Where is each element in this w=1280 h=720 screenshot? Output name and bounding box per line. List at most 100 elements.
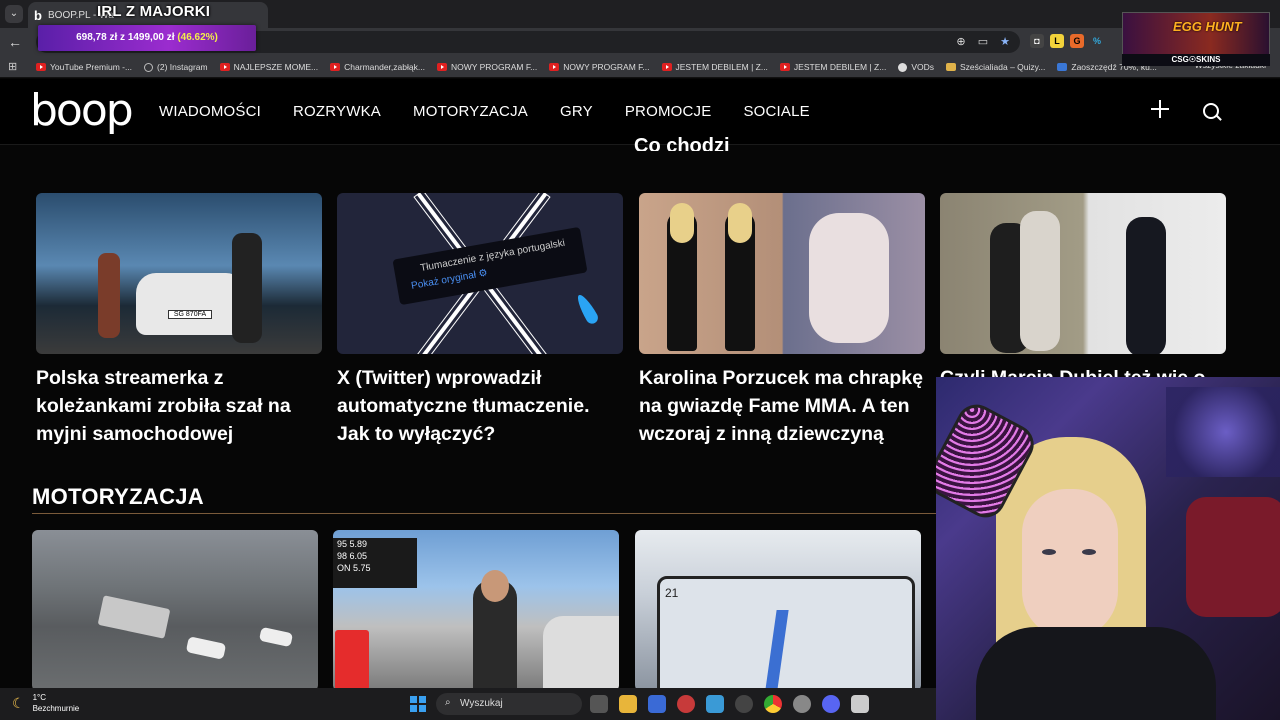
app-icon[interactable] [706,695,724,713]
boop-logo[interactable]: boop [30,85,134,136]
article-card[interactable]: Czyli Marcin Dubiel też wie o [940,193,1226,392]
quiz-icon [946,63,957,71]
bookmark-item[interactable]: Charmander,zabłąk... [330,59,425,75]
bookmark-label: (2) Instagram [157,62,208,72]
bookmark-item[interactable]: VODs [898,59,934,75]
youtube-icon [36,63,46,71]
article-card[interactable]: 95 5.89 98 6.05 ON 5.75 [333,530,619,691]
windows-start-icon[interactable] [410,696,426,712]
article-title[interactable]: X (Twitter) wprowadził automatyczne tłum… [337,364,623,448]
nav-sociale[interactable]: SOCIALE [743,103,809,120]
file-explorer-icon[interactable] [619,695,637,713]
nav-gry[interactable]: GRY [560,103,593,120]
article-thumbnail[interactable]: SG 870FA [36,193,322,354]
bookmark-item[interactable]: YouTube Premium -... [36,59,132,75]
section-title[interactable]: MOTORYZACJA [32,484,204,510]
nav-promocje[interactable]: PROMOCJE [625,103,712,120]
head-shape [481,570,509,602]
article-thumbnail[interactable]: Tłumaczenie z języka portugalski Pokaż o… [337,193,623,354]
youtube-icon [330,63,341,71]
bookmark-label: YouTube Premium -... [50,62,133,72]
face-shape [1022,489,1118,639]
orlen-logo-shape [335,630,369,690]
fuel-price: 98 6.05 [337,551,368,561]
bookmark-label: JESTEM DEBILEM | Z... [793,62,887,72]
youtube-icon [779,63,790,71]
article-thumbnail[interactable]: 95 5.89 98 6.05 ON 5.75 [333,530,619,691]
temperature: 1°C [32,693,46,702]
nav-motoryzacja[interactable]: MOTORYZACJA [413,103,528,120]
bookmark-item[interactable]: Sześcialiada – Quizy... [946,59,1045,75]
person-shape [809,213,889,343]
discord-icon[interactable] [822,695,840,713]
car-shape [185,636,227,660]
bookmark-item[interactable]: JESTEM DEBILEM | Z... [661,59,768,75]
article-card[interactable] [32,530,318,691]
instagram-icon [144,62,154,72]
bookmark-item[interactable]: NOWY PROGRAM F... [436,59,538,75]
extension-icon[interactable]: % [1090,34,1104,48]
article-card[interactable]: 21 [635,530,921,691]
main-nav: WIADOMOŚCI ROZRYWKA MOTORYZACJA GRY PROM… [159,103,810,120]
egg-hunt-title: EGG HUNT [1173,19,1242,34]
cast-icon[interactable]: ▭ [976,34,990,50]
settings-gear-icon[interactable] [793,695,811,713]
article-card[interactable]: Tłumaczenie z języka portugalski Pokaż o… [337,193,623,448]
license-plate: SG 870FA [168,310,212,319]
truck-shape [97,595,171,639]
app-icon[interactable] [735,695,753,713]
article-title[interactable]: Polska streamerka z koleżankami zrobiła … [36,364,322,448]
apps-grid-icon[interactable]: ⊞ [8,60,17,73]
donation-percent: (46.62%) [177,32,218,43]
bookmark-star-icon[interactable]: ★ [998,34,1012,50]
article-thumbnail[interactable] [639,193,925,354]
donation-goal-text: 698,78 zł z 1499,00 zł (46.62%) [38,25,256,51]
article-thumbnail[interactable] [32,530,318,691]
bookmark-item[interactable]: NAJLEPSZE MOME... [219,59,318,75]
fuel-price: 95 5.89 [337,539,368,549]
app-icon[interactable] [851,695,869,713]
app-icon[interactable] [677,695,695,713]
back-button[interactable]: ← [6,33,24,51]
article-thumbnail[interactable] [940,193,1226,354]
hair-shape [670,203,694,243]
donation-goal-bar: 698,78 zł z 1499,00 zł (46.62%) [38,25,256,51]
windows-taskbar: ☾ 1°C Bezchmurnie ⌕ Wyszukaj [0,688,936,720]
article-card[interactable]: Karolina Porzucek ma chrapkę na gwiazdę … [639,193,925,448]
bookmark-label: NOWY PROGRAM F... [563,62,650,72]
article-title[interactable]: Karolina Porzucek ma chrapkę na gwiazdę … [639,364,925,448]
taskbar-apps [590,695,869,713]
nav-rozrywka[interactable]: ROZRYWKA [293,103,381,120]
bookmark-label: Charmander,zabłąk... [344,62,425,72]
bookmark-item[interactable]: (2) Instagram [144,59,208,75]
bookmark-item[interactable]: NOWY PROGRAM F... [549,59,650,75]
bookmark-label: Sześcialiada – Quizy... [960,62,1046,72]
car-shape [258,626,294,648]
body-shape [976,627,1216,720]
fuel-price: ON 5.75 [337,563,371,573]
weather-widget[interactable]: ☾ 1°C Bezchmurnie [12,692,79,714]
store-icon[interactable] [648,695,666,713]
taskbar-search-placeholder: Wyszukaj [460,698,503,709]
extension-icon[interactable]: ◘ [1030,34,1044,48]
car-display-shape [657,576,915,691]
taskbar-search-input[interactable]: ⌕ Wyszukaj [436,693,582,715]
extension-icon[interactable]: G [1070,34,1084,48]
plus-icon[interactable] [1150,99,1170,119]
section-heading-partial: Co chodzi [634,135,730,151]
globe-icon [898,62,908,72]
zoom-icon[interactable]: ⊕ [954,34,968,50]
search-icon: ⌕ [445,697,451,708]
chrome-icon[interactable] [764,695,782,713]
eye-shape [1042,549,1056,555]
bookmark-item[interactable]: JESTEM DEBILEM | Z... [779,59,887,75]
task-view-icon[interactable] [590,695,608,713]
tab-search-dropdown-icon[interactable]: ⌄ [5,5,23,23]
weather-condition: Bezchmurnie [32,704,80,713]
bookmark-label: NOWY PROGRAM F... [450,62,538,72]
extension-icon[interactable]: L [1050,34,1064,48]
nav-wiadomosci[interactable]: WIADOMOŚCI [159,103,261,120]
article-thumbnail[interactable]: 21 [635,530,921,691]
article-card[interactable]: SG 870FA Polska streamerka z koleżankami… [36,193,322,448]
search-icon[interactable] [1203,103,1219,119]
